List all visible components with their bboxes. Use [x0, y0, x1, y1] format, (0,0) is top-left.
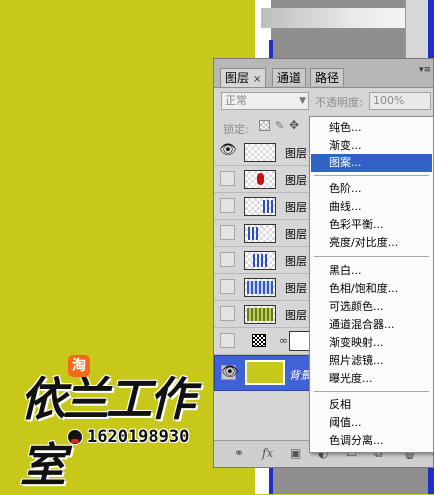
- visibility-toggle[interactable]: [220, 171, 235, 186]
- fx-icon[interactable]: fx: [262, 446, 273, 460]
- layer-name: 图层: [285, 255, 307, 268]
- studio-watermark: 依兰工作室 淘 1620198930: [20, 355, 220, 492]
- layer-name: 图层: [285, 309, 307, 322]
- panel-tabs: 图层 × 通道 路径 ▾≡: [214, 59, 433, 88]
- layer-thumbnail: [244, 305, 276, 324]
- menu-separator: [314, 256, 429, 257]
- adjustment-layer-menu: 纯色... 渐变... 图案... 色阶... 曲线... 色彩平衡... 亮度…: [309, 116, 434, 453]
- layer-name: 图层: [285, 201, 307, 214]
- lock-position-icon[interactable]: ✥: [289, 119, 300, 131]
- menu-item-levels[interactable]: 色阶...: [311, 180, 432, 198]
- layer-name: 图层: [285, 147, 307, 160]
- visibility-toggle[interactable]: [220, 279, 235, 294]
- opacity-field[interactable]: 100%: [369, 92, 431, 110]
- grid-thumb: [247, 308, 273, 321]
- menu-item-channel-mixer[interactable]: 通道混合器...: [311, 316, 432, 334]
- chevron-down-icon: ▼: [299, 96, 306, 106]
- tab-layers-label: 图层: [225, 71, 250, 85]
- menu-separator: [314, 391, 429, 392]
- menu-item-gradient-map[interactable]: 渐变映射...: [311, 334, 432, 352]
- link-icon[interactable]: ⚭: [234, 446, 244, 460]
- menu-item-exposure[interactable]: 曝光度...: [311, 370, 432, 388]
- visibility-toggle[interactable]: [220, 306, 235, 321]
- lock-label: 锁定:: [223, 123, 249, 136]
- visibility-toggle[interactable]: [220, 333, 235, 348]
- tab-paths-label: 路径: [315, 71, 340, 85]
- background-thumbnail: [245, 360, 285, 385]
- panel-menu-icon[interactable]: ▾≡: [419, 65, 431, 75]
- menu-separator: [314, 175, 429, 176]
- visibility-toggle[interactable]: 👁: [221, 364, 239, 380]
- adjustment-layer-icon: [252, 334, 266, 347]
- menu-item-gradient[interactable]: 渐变...: [311, 137, 432, 155]
- close-icon[interactable]: ×: [253, 74, 261, 85]
- eye-icon: 👁: [219, 142, 237, 158]
- menu-item-solid-color[interactable]: 纯色...: [311, 119, 432, 137]
- menu-item-hue-saturation[interactable]: 色相/饱和度...: [311, 280, 432, 298]
- menu-item-selective-color[interactable]: 可选颜色...: [311, 298, 432, 316]
- lock-pixels-icon[interactable]: ✎: [275, 120, 286, 131]
- tab-paths[interactable]: 路径: [310, 68, 345, 86]
- layer-thumbnail: [244, 170, 276, 189]
- watermark-qq-number: 1620198930: [87, 427, 190, 447]
- tab-channels-label: 通道: [277, 71, 302, 85]
- taobao-icon: 淘: [68, 355, 90, 377]
- dots-thumb: [253, 254, 267, 267]
- qq-icon: [67, 429, 83, 445]
- visibility-toggle[interactable]: [220, 198, 235, 213]
- layer-thumbnail: [244, 143, 276, 162]
- opacity-label: 不透明度:: [315, 96, 363, 109]
- layer-name: 图层: [285, 174, 307, 187]
- layer-thumbnail: [244, 278, 276, 297]
- opacity-value: 100%: [373, 94, 405, 107]
- menu-item-threshold[interactable]: 阈值...: [311, 414, 432, 432]
- tab-channels[interactable]: 通道: [272, 68, 307, 86]
- chain-link-icon[interactable]: ∞: [279, 334, 288, 347]
- lock-transparency-icon[interactable]: [259, 120, 270, 131]
- menu-item-curves[interactable]: 曲线...: [311, 198, 432, 216]
- menu-item-posterize[interactable]: 色调分离...: [311, 432, 432, 450]
- layer-name: 图层: [285, 228, 307, 241]
- visibility-toggle[interactable]: [220, 252, 235, 267]
- visibility-toggle[interactable]: 👁: [219, 142, 237, 159]
- menu-item-invert[interactable]: 反相: [311, 396, 432, 414]
- layer-name: 背景: [289, 369, 311, 382]
- dots-thumb: [248, 227, 260, 240]
- mask-icon[interactable]: ▣: [290, 446, 301, 460]
- pattern-thumb: [247, 281, 273, 294]
- layer-name: 图层: [285, 282, 307, 295]
- menu-item-brightness-contrast[interactable]: 亮度/对比度...: [311, 234, 432, 252]
- visibility-toggle[interactable]: [220, 225, 235, 240]
- layer-thumbnail: [244, 197, 276, 216]
- menu-item-photo-filter[interactable]: 照片滤镜...: [311, 352, 432, 370]
- blend-mode-value: 正常: [225, 94, 247, 107]
- menu-item-black-white[interactable]: 黑白...: [311, 262, 432, 280]
- menu-item-pattern[interactable]: 图案...: [311, 154, 432, 172]
- eye-icon: 👁: [221, 364, 239, 380]
- toolbar-gradient: [261, 8, 413, 28]
- menu-item-color-balance[interactable]: 色彩平衡...: [311, 216, 432, 234]
- layer-thumbnail: [244, 251, 276, 270]
- red-shape-thumb: [257, 173, 264, 185]
- tab-layers[interactable]: 图层 ×: [220, 68, 267, 87]
- layer-thumbnail: [244, 224, 276, 243]
- blend-mode-select[interactable]: 正常 ▼: [221, 92, 309, 110]
- dots-thumb: [263, 200, 273, 213]
